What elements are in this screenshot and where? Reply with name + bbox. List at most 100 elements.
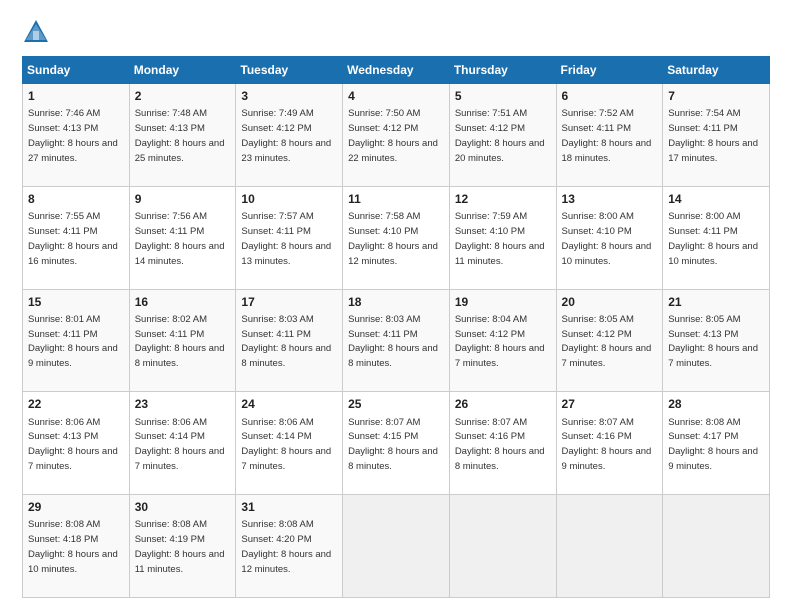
day-number: 2 xyxy=(135,88,231,104)
day-number: 28 xyxy=(668,396,764,412)
calendar-cell: 28 Sunrise: 8:08 AMSunset: 4:17 PMDaylig… xyxy=(663,392,770,495)
day-number: 19 xyxy=(455,294,551,310)
day-number: 17 xyxy=(241,294,337,310)
day-info: Sunrise: 7:52 AMSunset: 4:11 PMDaylight:… xyxy=(562,108,652,164)
calendar-header-sunday: Sunday xyxy=(23,57,130,84)
day-number: 11 xyxy=(348,191,444,207)
day-number: 10 xyxy=(241,191,337,207)
day-info: Sunrise: 8:05 AMSunset: 4:12 PMDaylight:… xyxy=(562,314,652,370)
day-number: 30 xyxy=(135,499,231,515)
calendar-cell: 8 Sunrise: 7:55 AMSunset: 4:11 PMDayligh… xyxy=(23,186,130,289)
calendar-cell: 29 Sunrise: 8:08 AMSunset: 4:18 PMDaylig… xyxy=(23,495,130,598)
day-number: 3 xyxy=(241,88,337,104)
calendar-cell: 12 Sunrise: 7:59 AMSunset: 4:10 PMDaylig… xyxy=(449,186,556,289)
calendar-cell xyxy=(663,495,770,598)
day-info: Sunrise: 8:04 AMSunset: 4:12 PMDaylight:… xyxy=(455,314,545,370)
calendar-cell: 14 Sunrise: 8:00 AMSunset: 4:11 PMDaylig… xyxy=(663,186,770,289)
day-number: 1 xyxy=(28,88,124,104)
calendar-cell: 9 Sunrise: 7:56 AMSunset: 4:11 PMDayligh… xyxy=(129,186,236,289)
calendar-cell xyxy=(556,495,663,598)
day-info: Sunrise: 7:49 AMSunset: 4:12 PMDaylight:… xyxy=(241,108,331,164)
logo-icon xyxy=(22,18,50,46)
day-info: Sunrise: 7:57 AMSunset: 4:11 PMDaylight:… xyxy=(241,211,331,267)
day-info: Sunrise: 8:01 AMSunset: 4:11 PMDaylight:… xyxy=(28,314,118,370)
day-info: Sunrise: 8:08 AMSunset: 4:18 PMDaylight:… xyxy=(28,519,118,575)
day-info: Sunrise: 7:54 AMSunset: 4:11 PMDaylight:… xyxy=(668,108,758,164)
day-info: Sunrise: 7:59 AMSunset: 4:10 PMDaylight:… xyxy=(455,211,545,267)
page: SundayMondayTuesdayWednesdayThursdayFrid… xyxy=(0,0,792,612)
day-number: 8 xyxy=(28,191,124,207)
calendar-cell: 20 Sunrise: 8:05 AMSunset: 4:12 PMDaylig… xyxy=(556,289,663,392)
day-info: Sunrise: 8:08 AMSunset: 4:17 PMDaylight:… xyxy=(668,417,758,473)
day-number: 22 xyxy=(28,396,124,412)
calendar-cell: 27 Sunrise: 8:07 AMSunset: 4:16 PMDaylig… xyxy=(556,392,663,495)
calendar-header-monday: Monday xyxy=(129,57,236,84)
day-number: 24 xyxy=(241,396,337,412)
calendar-week-4: 22 Sunrise: 8:06 AMSunset: 4:13 PMDaylig… xyxy=(23,392,770,495)
calendar-cell: 31 Sunrise: 8:08 AMSunset: 4:20 PMDaylig… xyxy=(236,495,343,598)
day-number: 7 xyxy=(668,88,764,104)
calendar-week-2: 8 Sunrise: 7:55 AMSunset: 4:11 PMDayligh… xyxy=(23,186,770,289)
calendar-cell: 5 Sunrise: 7:51 AMSunset: 4:12 PMDayligh… xyxy=(449,84,556,187)
day-info: Sunrise: 8:08 AMSunset: 4:19 PMDaylight:… xyxy=(135,519,225,575)
day-number: 29 xyxy=(28,499,124,515)
calendar-week-1: 1 Sunrise: 7:46 AMSunset: 4:13 PMDayligh… xyxy=(23,84,770,187)
calendar-header-tuesday: Tuesday xyxy=(236,57,343,84)
day-info: Sunrise: 8:06 AMSunset: 4:14 PMDaylight:… xyxy=(135,417,225,473)
logo xyxy=(22,18,54,46)
day-number: 20 xyxy=(562,294,658,310)
day-number: 23 xyxy=(135,396,231,412)
day-info: Sunrise: 8:02 AMSunset: 4:11 PMDaylight:… xyxy=(135,314,225,370)
day-info: Sunrise: 8:05 AMSunset: 4:13 PMDaylight:… xyxy=(668,314,758,370)
day-number: 5 xyxy=(455,88,551,104)
calendar-cell: 2 Sunrise: 7:48 AMSunset: 4:13 PMDayligh… xyxy=(129,84,236,187)
calendar-cell: 30 Sunrise: 8:08 AMSunset: 4:19 PMDaylig… xyxy=(129,495,236,598)
day-info: Sunrise: 7:48 AMSunset: 4:13 PMDaylight:… xyxy=(135,108,225,164)
day-number: 27 xyxy=(562,396,658,412)
day-number: 13 xyxy=(562,191,658,207)
day-info: Sunrise: 8:07 AMSunset: 4:16 PMDaylight:… xyxy=(562,417,652,473)
calendar-week-3: 15 Sunrise: 8:01 AMSunset: 4:11 PMDaylig… xyxy=(23,289,770,392)
day-info: Sunrise: 8:00 AMSunset: 4:11 PMDaylight:… xyxy=(668,211,758,267)
day-info: Sunrise: 7:56 AMSunset: 4:11 PMDaylight:… xyxy=(135,211,225,267)
calendar-header-saturday: Saturday xyxy=(663,57,770,84)
day-info: Sunrise: 8:06 AMSunset: 4:14 PMDaylight:… xyxy=(241,417,331,473)
calendar-header-thursday: Thursday xyxy=(449,57,556,84)
day-info: Sunrise: 7:58 AMSunset: 4:10 PMDaylight:… xyxy=(348,211,438,267)
day-info: Sunrise: 8:07 AMSunset: 4:16 PMDaylight:… xyxy=(455,417,545,473)
day-number: 16 xyxy=(135,294,231,310)
day-info: Sunrise: 8:03 AMSunset: 4:11 PMDaylight:… xyxy=(348,314,438,370)
day-number: 6 xyxy=(562,88,658,104)
calendar-cell: 3 Sunrise: 7:49 AMSunset: 4:12 PMDayligh… xyxy=(236,84,343,187)
calendar-cell: 1 Sunrise: 7:46 AMSunset: 4:13 PMDayligh… xyxy=(23,84,130,187)
calendar-cell: 24 Sunrise: 8:06 AMSunset: 4:14 PMDaylig… xyxy=(236,392,343,495)
day-info: Sunrise: 8:03 AMSunset: 4:11 PMDaylight:… xyxy=(241,314,331,370)
calendar-cell: 4 Sunrise: 7:50 AMSunset: 4:12 PMDayligh… xyxy=(343,84,450,187)
calendar-header-row: SundayMondayTuesdayWednesdayThursdayFrid… xyxy=(23,57,770,84)
calendar-cell xyxy=(449,495,556,598)
calendar-cell: 25 Sunrise: 8:07 AMSunset: 4:15 PMDaylig… xyxy=(343,392,450,495)
calendar-cell: 26 Sunrise: 8:07 AMSunset: 4:16 PMDaylig… xyxy=(449,392,556,495)
day-number: 15 xyxy=(28,294,124,310)
calendar-cell: 10 Sunrise: 7:57 AMSunset: 4:11 PMDaylig… xyxy=(236,186,343,289)
day-number: 18 xyxy=(348,294,444,310)
header xyxy=(22,18,770,46)
calendar-cell: 21 Sunrise: 8:05 AMSunset: 4:13 PMDaylig… xyxy=(663,289,770,392)
day-info: Sunrise: 8:00 AMSunset: 4:10 PMDaylight:… xyxy=(562,211,652,267)
calendar-header-friday: Friday xyxy=(556,57,663,84)
day-info: Sunrise: 7:50 AMSunset: 4:12 PMDaylight:… xyxy=(348,108,438,164)
calendar-cell: 18 Sunrise: 8:03 AMSunset: 4:11 PMDaylig… xyxy=(343,289,450,392)
calendar-cell: 22 Sunrise: 8:06 AMSunset: 4:13 PMDaylig… xyxy=(23,392,130,495)
day-number: 9 xyxy=(135,191,231,207)
calendar-cell: 7 Sunrise: 7:54 AMSunset: 4:11 PMDayligh… xyxy=(663,84,770,187)
calendar-cell: 6 Sunrise: 7:52 AMSunset: 4:11 PMDayligh… xyxy=(556,84,663,187)
calendar-cell xyxy=(343,495,450,598)
day-number: 14 xyxy=(668,191,764,207)
day-number: 12 xyxy=(455,191,551,207)
day-number: 26 xyxy=(455,396,551,412)
calendar-week-5: 29 Sunrise: 8:08 AMSunset: 4:18 PMDaylig… xyxy=(23,495,770,598)
calendar-cell: 15 Sunrise: 8:01 AMSunset: 4:11 PMDaylig… xyxy=(23,289,130,392)
day-info: Sunrise: 7:51 AMSunset: 4:12 PMDaylight:… xyxy=(455,108,545,164)
day-info: Sunrise: 8:07 AMSunset: 4:15 PMDaylight:… xyxy=(348,417,438,473)
day-number: 25 xyxy=(348,396,444,412)
